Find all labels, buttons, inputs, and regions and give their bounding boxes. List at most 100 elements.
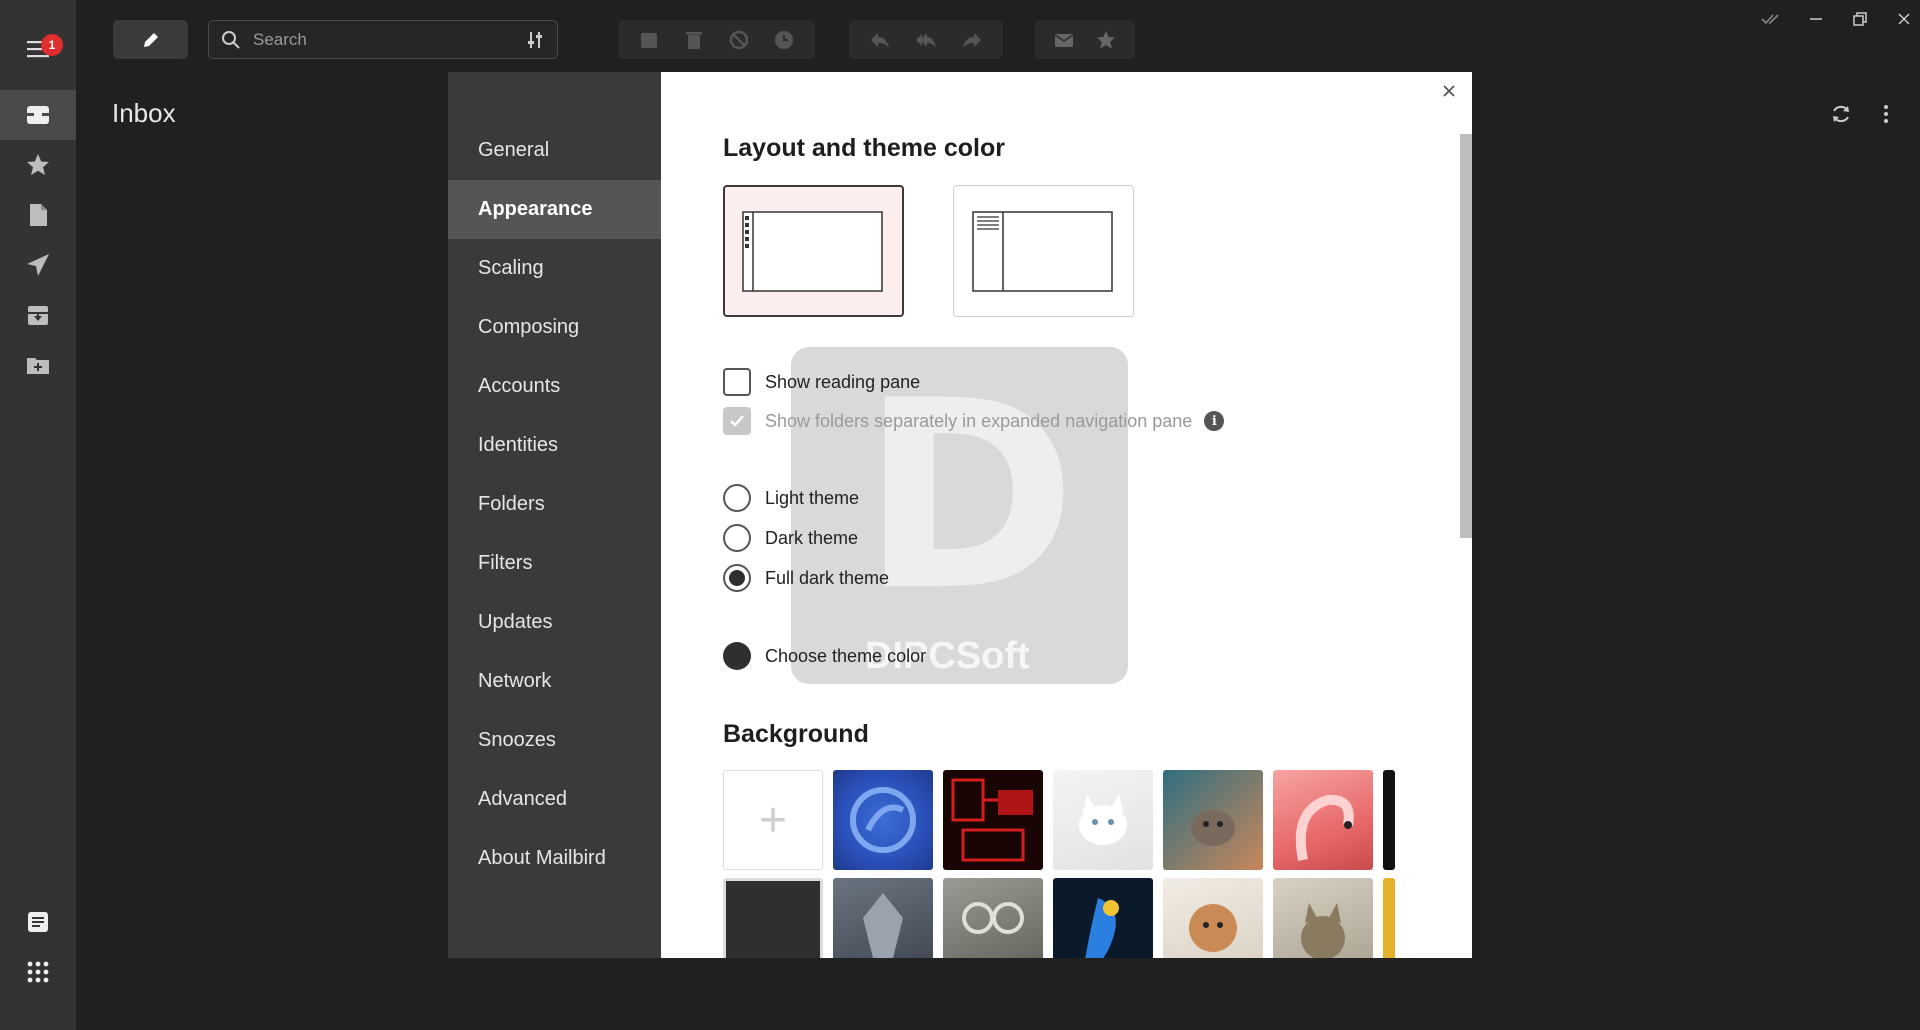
theme-color-swatch[interactable] [723,642,751,670]
add-background-button[interactable]: + [723,770,823,870]
background-tile-steampunk[interactable] [943,878,1043,958]
scrollbar-thumb[interactable] [1460,134,1472,538]
info-icon[interactable]: i [1204,411,1225,431]
settings-nav-item-about-mailbird[interactable]: About Mailbird [448,829,661,888]
background-tile-solid-dark[interactable] [723,878,823,958]
mark-all-read-button[interactable] [1750,8,1794,30]
background-heading: Background [723,720,869,748]
background-tile-wolf-sigil[interactable] [833,878,933,958]
show-folders-separately-option: Show folders separately in expanded navi… [723,407,1225,435]
show-folders-separately-checkbox [723,407,751,435]
drafts-nav-button[interactable] [0,190,76,240]
window-controls [1750,8,1920,30]
settings-nav-item-appearance[interactable]: Appearance [448,180,661,239]
background-tile-partial-yellow[interactable] [1383,878,1395,958]
full-dark-theme-option[interactable]: Full dark theme [723,564,889,592]
dark-theme-option[interactable]: Dark theme [723,524,858,552]
background-tile-tabby-cat[interactable] [1273,878,1373,958]
settings-panel: Layout and theme color D DIPCSoft Show r… [661,72,1472,958]
background-tile-kitten-teal[interactable] [1163,770,1263,870]
radio-selected-dot [729,570,745,586]
background-tile-blue-emblem[interactable] [833,770,933,870]
restore-button[interactable] [1838,8,1882,30]
refresh-button[interactable] [1828,101,1854,127]
archive-icon [640,32,657,48]
show-reading-pane-label: Show reading pane [765,371,921,392]
settings-nav-item-scaling[interactable]: Scaling [448,239,661,298]
full-dark-theme-radio[interactable] [723,564,751,592]
cat-graphic [1301,903,1345,958]
archive-nav-button[interactable] [0,290,76,340]
sent-nav-button[interactable] [0,240,76,290]
reply-all-button[interactable] [908,29,944,51]
background-tile-flamingo[interactable] [1273,770,1373,870]
sigil-graphic [863,893,903,958]
delete-button[interactable] [676,29,712,51]
archive-button[interactable] [631,29,667,51]
settings-nav-item-general[interactable]: General [448,121,661,180]
spam-button[interactable] [721,29,757,51]
settings-nav-item-composing[interactable]: Composing [448,298,661,357]
background-gallery: + [723,770,1395,958]
restore-icon [1853,12,1867,26]
circuit-graphic [951,778,1033,862]
watermark-logo: D DIPCSoft [791,347,1128,684]
settings-nav-item-network[interactable]: Network [448,652,661,711]
background-tile-red-circuit[interactable] [943,770,1043,870]
dark-theme-label: Dark theme [765,527,859,548]
more-options-button[interactable] [1873,101,1899,127]
settings-nav-item-folders[interactable]: Folders [448,475,661,534]
settings-nav-item-identities[interactable]: Identities [448,416,661,475]
layout-option-compact[interactable] [723,185,904,317]
show-reading-pane-checkbox[interactable] [723,368,751,396]
layout-option-expanded[interactable] [953,185,1134,317]
light-theme-option[interactable]: Light theme [723,484,859,512]
reply-icon [871,32,889,48]
minimize-button[interactable] [1794,8,1838,30]
inbox-icon [27,106,49,124]
background-tile-macaw[interactable] [1053,878,1153,958]
send-icon [27,254,49,276]
apps-nav-button[interactable] [0,947,76,997]
document-icon [30,204,47,226]
apps-grid-icon [27,961,49,983]
show-reading-pane-option[interactable]: Show reading pane [723,368,920,396]
background-tile-puppy[interactable] [1163,878,1263,958]
menu-button[interactable]: 1 [0,24,76,74]
close-window-button[interactable] [1882,8,1920,30]
trash-icon [685,31,702,49]
search-box[interactable]: Search [208,20,558,59]
forward-button[interactable] [954,29,990,51]
starred-nav-button[interactable] [0,140,76,190]
emblem-graphic [850,787,916,853]
star-icon [1097,30,1115,48]
pencil-icon [143,32,158,47]
close-settings-button[interactable] [1436,78,1462,104]
background-tile-white-kitten[interactable] [1053,770,1153,870]
reply-button[interactable] [862,29,898,51]
settings-nav-item-accounts[interactable]: Accounts [448,357,661,416]
close-icon [1898,13,1910,25]
settings-nav-item-snoozes[interactable]: Snoozes [448,711,661,770]
compose-button[interactable] [113,20,188,59]
notes-nav-button[interactable] [0,897,76,947]
folder-add-icon [27,358,49,374]
toolbar-reply-actions [849,20,1003,59]
filter-sliders-icon[interactable] [525,30,545,50]
background-tile-partial-dark[interactable] [1383,770,1395,870]
flamingo-graphic [1295,794,1354,861]
star-message-button[interactable] [1088,29,1124,51]
settings-nav-item-filters[interactable]: Filters [448,534,661,593]
folder-title: Inbox [112,98,176,128]
layout-compact-preview [742,211,883,292]
mark-read-button[interactable] [1046,29,1082,51]
add-folder-nav-button[interactable] [0,340,76,390]
settings-nav-item-advanced[interactable]: Advanced [448,770,661,829]
dark-theme-radio[interactable] [723,524,751,552]
settings-nav-item-updates[interactable]: Updates [448,593,661,652]
snooze-button[interactable] [766,29,802,51]
puppy-graphic [1189,904,1237,952]
light-theme-radio[interactable] [723,484,751,512]
choose-theme-color-option[interactable]: Choose theme color [723,642,926,670]
inbox-nav-button[interactable] [0,90,76,140]
